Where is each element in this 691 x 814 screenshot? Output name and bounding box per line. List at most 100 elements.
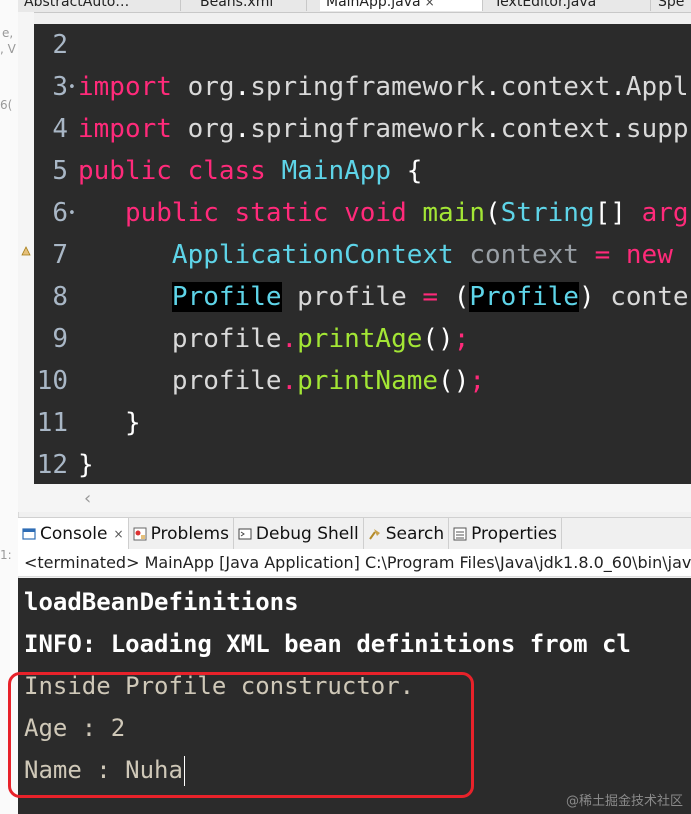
code-line: 10 profile.printName(); <box>34 360 485 402</box>
code-text: import org.springframework.context.Appl <box>78 72 689 102</box>
left-fragment: 1: <box>0 548 12 562</box>
tab-search[interactable]: Search <box>364 518 450 549</box>
code-token: Profile <box>469 282 579 312</box>
scroll-left-icon[interactable]: ‹ <box>84 488 91 509</box>
console-tab-bar: Console × Problems Debug Shell Search Pr… <box>18 517 691 550</box>
code-token: springframework <box>250 114 486 144</box>
code-token: String <box>500 198 595 228</box>
tab-properties[interactable]: Properties <box>449 518 563 549</box>
code-token: context <box>500 114 611 144</box>
properties-icon <box>453 527 467 540</box>
tab-label: AbstractAuto… <box>24 0 130 10</box>
tab-beans-xml[interactable]: Beans.xml <box>194 0 307 11</box>
code-text: ApplicationContext context = new <box>78 240 689 270</box>
tab-spe[interactable]: Spe <box>652 0 691 11</box>
code-token: . <box>610 114 626 144</box>
code-line: 3 • import org.springframework.context.App… <box>34 66 689 108</box>
code-token: ( <box>485 198 501 228</box>
code-token: org <box>187 114 235 144</box>
code-token: public class <box>78 156 282 186</box>
code-line: 5 public class MainApp { <box>34 150 422 192</box>
code-token: = <box>578 240 626 270</box>
tab-debug-shell-label: Debug Shell <box>255 523 359 544</box>
tab-problems[interactable]: Problems <box>129 518 234 549</box>
tab-search-label: Search <box>385 523 445 544</box>
code-token: . <box>485 114 501 144</box>
warning-icon <box>21 246 31 256</box>
line-number: 7 <box>52 240 68 270</box>
code-token: () <box>422 324 454 354</box>
problems-icon <box>133 527 147 540</box>
tab-console[interactable]: Console × <box>18 518 129 549</box>
code-token: ; <box>469 366 486 396</box>
editor-tab-bar: AbstractAuto… Beans.xml MainApp.java × Te… <box>18 0 691 13</box>
code-text: Profile profile = (Profile) conte <box>78 282 689 312</box>
code-token: { <box>406 156 423 186</box>
code-token: context <box>469 240 579 270</box>
close-icon[interactable]: × <box>425 0 435 9</box>
line-number: 2 <box>52 30 68 60</box>
code-token: . <box>485 72 501 102</box>
watermark: @稀土掘金技术社区 <box>565 794 683 809</box>
code-token: [] <box>594 198 642 228</box>
tab-console-label: Console <box>40 523 108 544</box>
tab-mainapp-java[interactable]: MainApp.java × <box>320 0 483 11</box>
code-line: 9 profile.printAge(); <box>34 318 469 360</box>
code-token: ; <box>453 324 470 354</box>
code-token: import <box>78 72 188 102</box>
code-token: ) <box>578 282 611 312</box>
code-line: 2 <box>34 24 78 66</box>
fold-marker-icon[interactable]: • <box>68 206 78 221</box>
code-token: supp <box>625 114 689 144</box>
code-editor[interactable]: 2 3 • import org.springframework.context.Ap… <box>34 24 691 484</box>
code-token: Appl <box>625 72 689 102</box>
debug-shell-icon <box>238 528 252 539</box>
code-token: conte <box>610 282 689 312</box>
code-line: 7 ApplicationContext context = new <box>34 234 689 276</box>
code-token: . <box>234 114 251 144</box>
code-token: profile <box>78 366 282 396</box>
line-number: 12 <box>36 450 68 480</box>
line-number: 10 <box>36 366 68 396</box>
console-line: INFO: Loading XML bean definitions from … <box>24 630 631 658</box>
code-token: org <box>187 72 235 102</box>
code-token: Profile <box>171 282 282 312</box>
code-token: . <box>281 366 298 396</box>
code-token: import <box>78 114 188 144</box>
highlight-annotation-box <box>8 672 474 798</box>
left-fragment: , V <box>0 42 16 56</box>
editor-horizontal-scrollbar[interactable]: ‹ <box>18 484 691 512</box>
code-token: springframework <box>250 72 486 102</box>
line-number: 3 <box>52 72 68 102</box>
code-text: } <box>78 450 94 480</box>
fold-marker-icon[interactable]: • <box>68 80 78 95</box>
close-icon[interactable]: × <box>114 527 124 541</box>
code-token: MainApp <box>281 156 407 186</box>
tab-abstract-auto[interactable]: AbstractAuto… <box>18 0 181 11</box>
code-token: . <box>281 324 298 354</box>
tab-label: Spe <box>658 0 685 10</box>
left-fragment: e, <box>2 26 14 40</box>
code-token: printAge <box>297 324 423 354</box>
search-icon <box>368 528 380 540</box>
console-status-line: <terminated> MainApp [Java Application] … <box>18 549 691 577</box>
code-token: profile <box>281 282 423 312</box>
code-token: ( <box>438 282 470 312</box>
tab-debug-shell[interactable]: Debug Shell <box>234 518 364 549</box>
tab-label: MainApp.java <box>326 0 421 10</box>
code-text: import org.springframework.context.supp <box>78 114 689 144</box>
left-fragment: 6( <box>0 98 13 112</box>
line-number: 9 <box>52 324 68 354</box>
code-line: 6 • public static void main(String[] arg <box>34 192 688 234</box>
tab-label: TextEditor.java <box>494 0 597 10</box>
code-token: } <box>78 408 141 438</box>
code-token: new <box>625 240 689 270</box>
code-token: . <box>610 72 626 102</box>
code-token: main <box>422 198 486 228</box>
line-number: 8 <box>52 282 68 312</box>
tab-texteditor-java[interactable]: TextEditor.java <box>488 0 651 11</box>
console-icon <box>22 527 36 540</box>
